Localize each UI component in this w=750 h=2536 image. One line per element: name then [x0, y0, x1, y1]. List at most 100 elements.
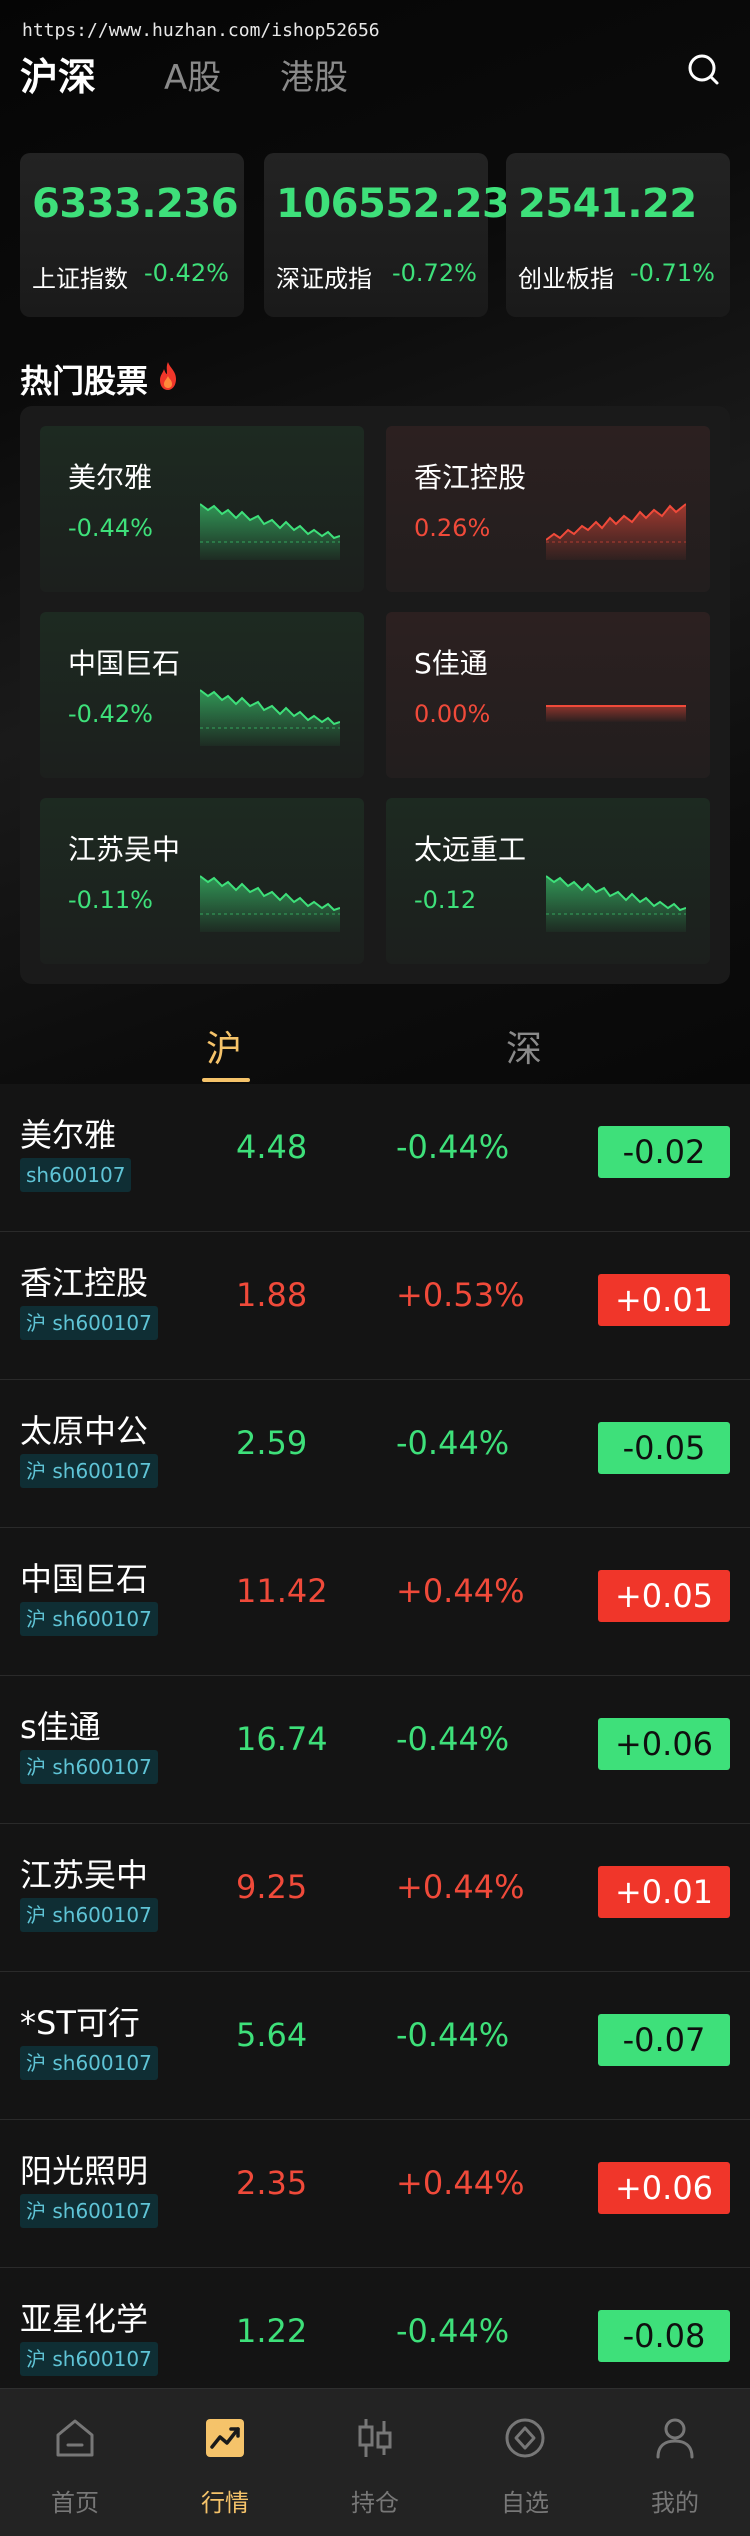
- nav-label: 行情: [201, 2489, 249, 2517]
- stock-change-badge: +0.06: [598, 1718, 730, 1770]
- stock-price: 1.22: [236, 2312, 308, 2350]
- nav-market[interactable]: 行情: [150, 2389, 300, 2536]
- nav-label: 持仓: [351, 2489, 399, 2517]
- stock-price: 11.42: [236, 1572, 328, 1610]
- tab-a-shares[interactable]: A股: [164, 50, 221, 99]
- index-value: 2541.22: [518, 181, 697, 227]
- stock-row[interactable]: s佳通 沪 sh600107 16.74 -0.44% +0.06: [0, 1676, 750, 1824]
- stock-name: 江苏吴中: [20, 1856, 149, 1894]
- tab-shenzhen[interactable]: 深: [506, 1020, 542, 1072]
- candlestick-icon: [358, 2419, 392, 2457]
- nav-profile[interactable]: 我的: [600, 2389, 750, 2536]
- stock-change-badge: -0.05: [598, 1422, 730, 1474]
- sparkline-up: [546, 503, 686, 560]
- stock-code-badge: 沪 sh600107: [20, 1750, 158, 1784]
- stock-code-badge: 沪 sh600107: [20, 1454, 158, 1488]
- stock-row[interactable]: 中国巨石 沪 sh600107 11.42 +0.44% +0.05: [0, 1528, 750, 1676]
- stock-price: 2.35: [236, 2164, 308, 2202]
- stock-name: 亚星化学: [20, 2300, 149, 2338]
- stock-row[interactable]: 阳光照明 沪 sh600107 2.35 +0.44% +0.06: [0, 2120, 750, 2268]
- stock-change-badge: -0.08: [598, 2310, 730, 2362]
- hot-stock-change: 0.00%: [414, 700, 491, 728]
- nav-label: 我的: [651, 2489, 699, 2517]
- stock-row[interactable]: 太原中公 沪 sh600107 2.59 -0.44% -0.05: [0, 1380, 750, 1528]
- stock-name: 美尔雅: [20, 1116, 117, 1154]
- nav-label: 首页: [51, 2489, 99, 2517]
- favorite-icon: [505, 2418, 545, 2458]
- hot-stocks-panel: 美尔雅 -0.44% 香江控股 0.26% 中国巨石 -0.42% S佳通 0.: [20, 406, 730, 984]
- stock-row[interactable]: 美尔雅 sh600107 4.48 -0.44% -0.02: [0, 1084, 750, 1232]
- stock-price: 1.88: [236, 1276, 308, 1314]
- hot-stock-change: -0.42%: [68, 700, 153, 728]
- hot-stock-change: 0.26%: [414, 514, 491, 542]
- stock-price: 16.74: [236, 1720, 328, 1758]
- hot-stock-card[interactable]: 江苏吴中 -0.11%: [40, 798, 364, 964]
- tab-hushen[interactable]: 沪深: [20, 46, 96, 101]
- stock-change-percent: +0.53%: [396, 1276, 525, 1314]
- stock-code-badge: 沪 sh600107: [20, 1602, 158, 1636]
- sparkline-down: [200, 503, 340, 560]
- stock-row[interactable]: 香江控股 沪 sh600107 1.88 +0.53% +0.01: [0, 1232, 750, 1380]
- hot-stock-card[interactable]: 太远重工 -0.12: [386, 798, 710, 964]
- stock-change-percent: -0.44%: [396, 2016, 510, 2054]
- stock-change-percent: -0.44%: [396, 1128, 510, 1166]
- stock-change-badge: -0.02: [598, 1126, 730, 1178]
- index-card-shenzhen[interactable]: 106552.23 深证成指 -0.72%: [264, 153, 510, 317]
- stock-code-badge: 沪 sh600107: [20, 2342, 158, 2376]
- stock-name: 香江控股: [20, 1264, 149, 1302]
- hot-stock-name: 中国巨石: [68, 647, 181, 680]
- stock-change-percent: +0.44%: [396, 2164, 525, 2202]
- nav-holdings[interactable]: 持仓: [300, 2389, 450, 2536]
- hot-stock-change: -0.11%: [68, 886, 153, 914]
- index-value: 106552.23: [276, 181, 510, 227]
- tab-shanghai[interactable]: 沪: [206, 1020, 242, 1072]
- index-change: -0.72%: [392, 259, 477, 287]
- index-card-chinext[interactable]: 2541.22 创业板指 -0.71%: [506, 153, 730, 317]
- stock-change-badge: +0.01: [598, 1866, 730, 1918]
- hot-stock-change: -0.44%: [68, 514, 153, 542]
- stock-name: s佳通: [20, 1708, 101, 1746]
- stock-change-badge: -0.07: [598, 2014, 730, 2066]
- stock-change-percent: +0.44%: [396, 1572, 525, 1610]
- stock-name: *ST可行: [20, 2004, 140, 2042]
- top-bar: 沪深 A股 港股: [0, 44, 750, 104]
- hot-stock-card[interactable]: S佳通 0.00%: [386, 612, 710, 778]
- hot-stock-card[interactable]: 中国巨石 -0.42%: [40, 612, 364, 778]
- chart-icon: [206, 2419, 244, 2457]
- stock-code-badge: 沪 sh600107: [20, 1306, 158, 1340]
- index-name: 创业板指: [518, 265, 614, 293]
- hot-stock-card[interactable]: 美尔雅 -0.44%: [40, 426, 364, 592]
- stock-price: 2.59: [236, 1424, 308, 1462]
- stock-price: 5.64: [236, 2016, 308, 2054]
- hot-stock-name: S佳通: [414, 647, 488, 680]
- hot-stock-name: 江苏吴中: [68, 833, 181, 866]
- index-value: 6333.236: [32, 181, 239, 227]
- fire-icon: [156, 360, 180, 392]
- nav-label: 自选: [501, 2489, 549, 2517]
- stock-change-badge: +0.05: [598, 1570, 730, 1622]
- nav-home[interactable]: 首页: [0, 2389, 150, 2536]
- stock-row[interactable]: *ST可行 沪 sh600107 5.64 -0.44% -0.07: [0, 1972, 750, 2120]
- tab-underline: [202, 1078, 250, 1082]
- stock-name: 中国巨石: [20, 1560, 149, 1598]
- hot-stock-card[interactable]: 香江控股 0.26%: [386, 426, 710, 592]
- index-name: 深证成指: [276, 265, 372, 293]
- stock-price: 9.25: [236, 1868, 308, 1906]
- stock-row[interactable]: 江苏吴中 沪 sh600107 9.25 +0.44% +0.01: [0, 1824, 750, 1972]
- stock-change-percent: -0.44%: [396, 2312, 510, 2350]
- tab-hk-shares[interactable]: 港股: [280, 50, 348, 99]
- sparkline-down: [200, 689, 340, 746]
- nav-watchlist[interactable]: 自选: [450, 2389, 600, 2536]
- index-card-shanghai[interactable]: 6333.236 上证指数 -0.42%: [20, 153, 244, 317]
- sparkline-down: [200, 875, 340, 932]
- search-icon[interactable]: [684, 50, 724, 90]
- stock-price: 4.48: [236, 1128, 308, 1166]
- stock-change-percent: +0.44%: [396, 1868, 525, 1906]
- hot-stock-name: 美尔雅: [68, 461, 153, 494]
- user-icon: [656, 2418, 694, 2459]
- sparkline-flat: [546, 705, 686, 722]
- sparkline-down: [546, 875, 686, 932]
- hot-stock-name: 太远重工: [414, 833, 527, 866]
- index-name: 上证指数: [32, 265, 128, 293]
- home-icon: [56, 2419, 94, 2457]
